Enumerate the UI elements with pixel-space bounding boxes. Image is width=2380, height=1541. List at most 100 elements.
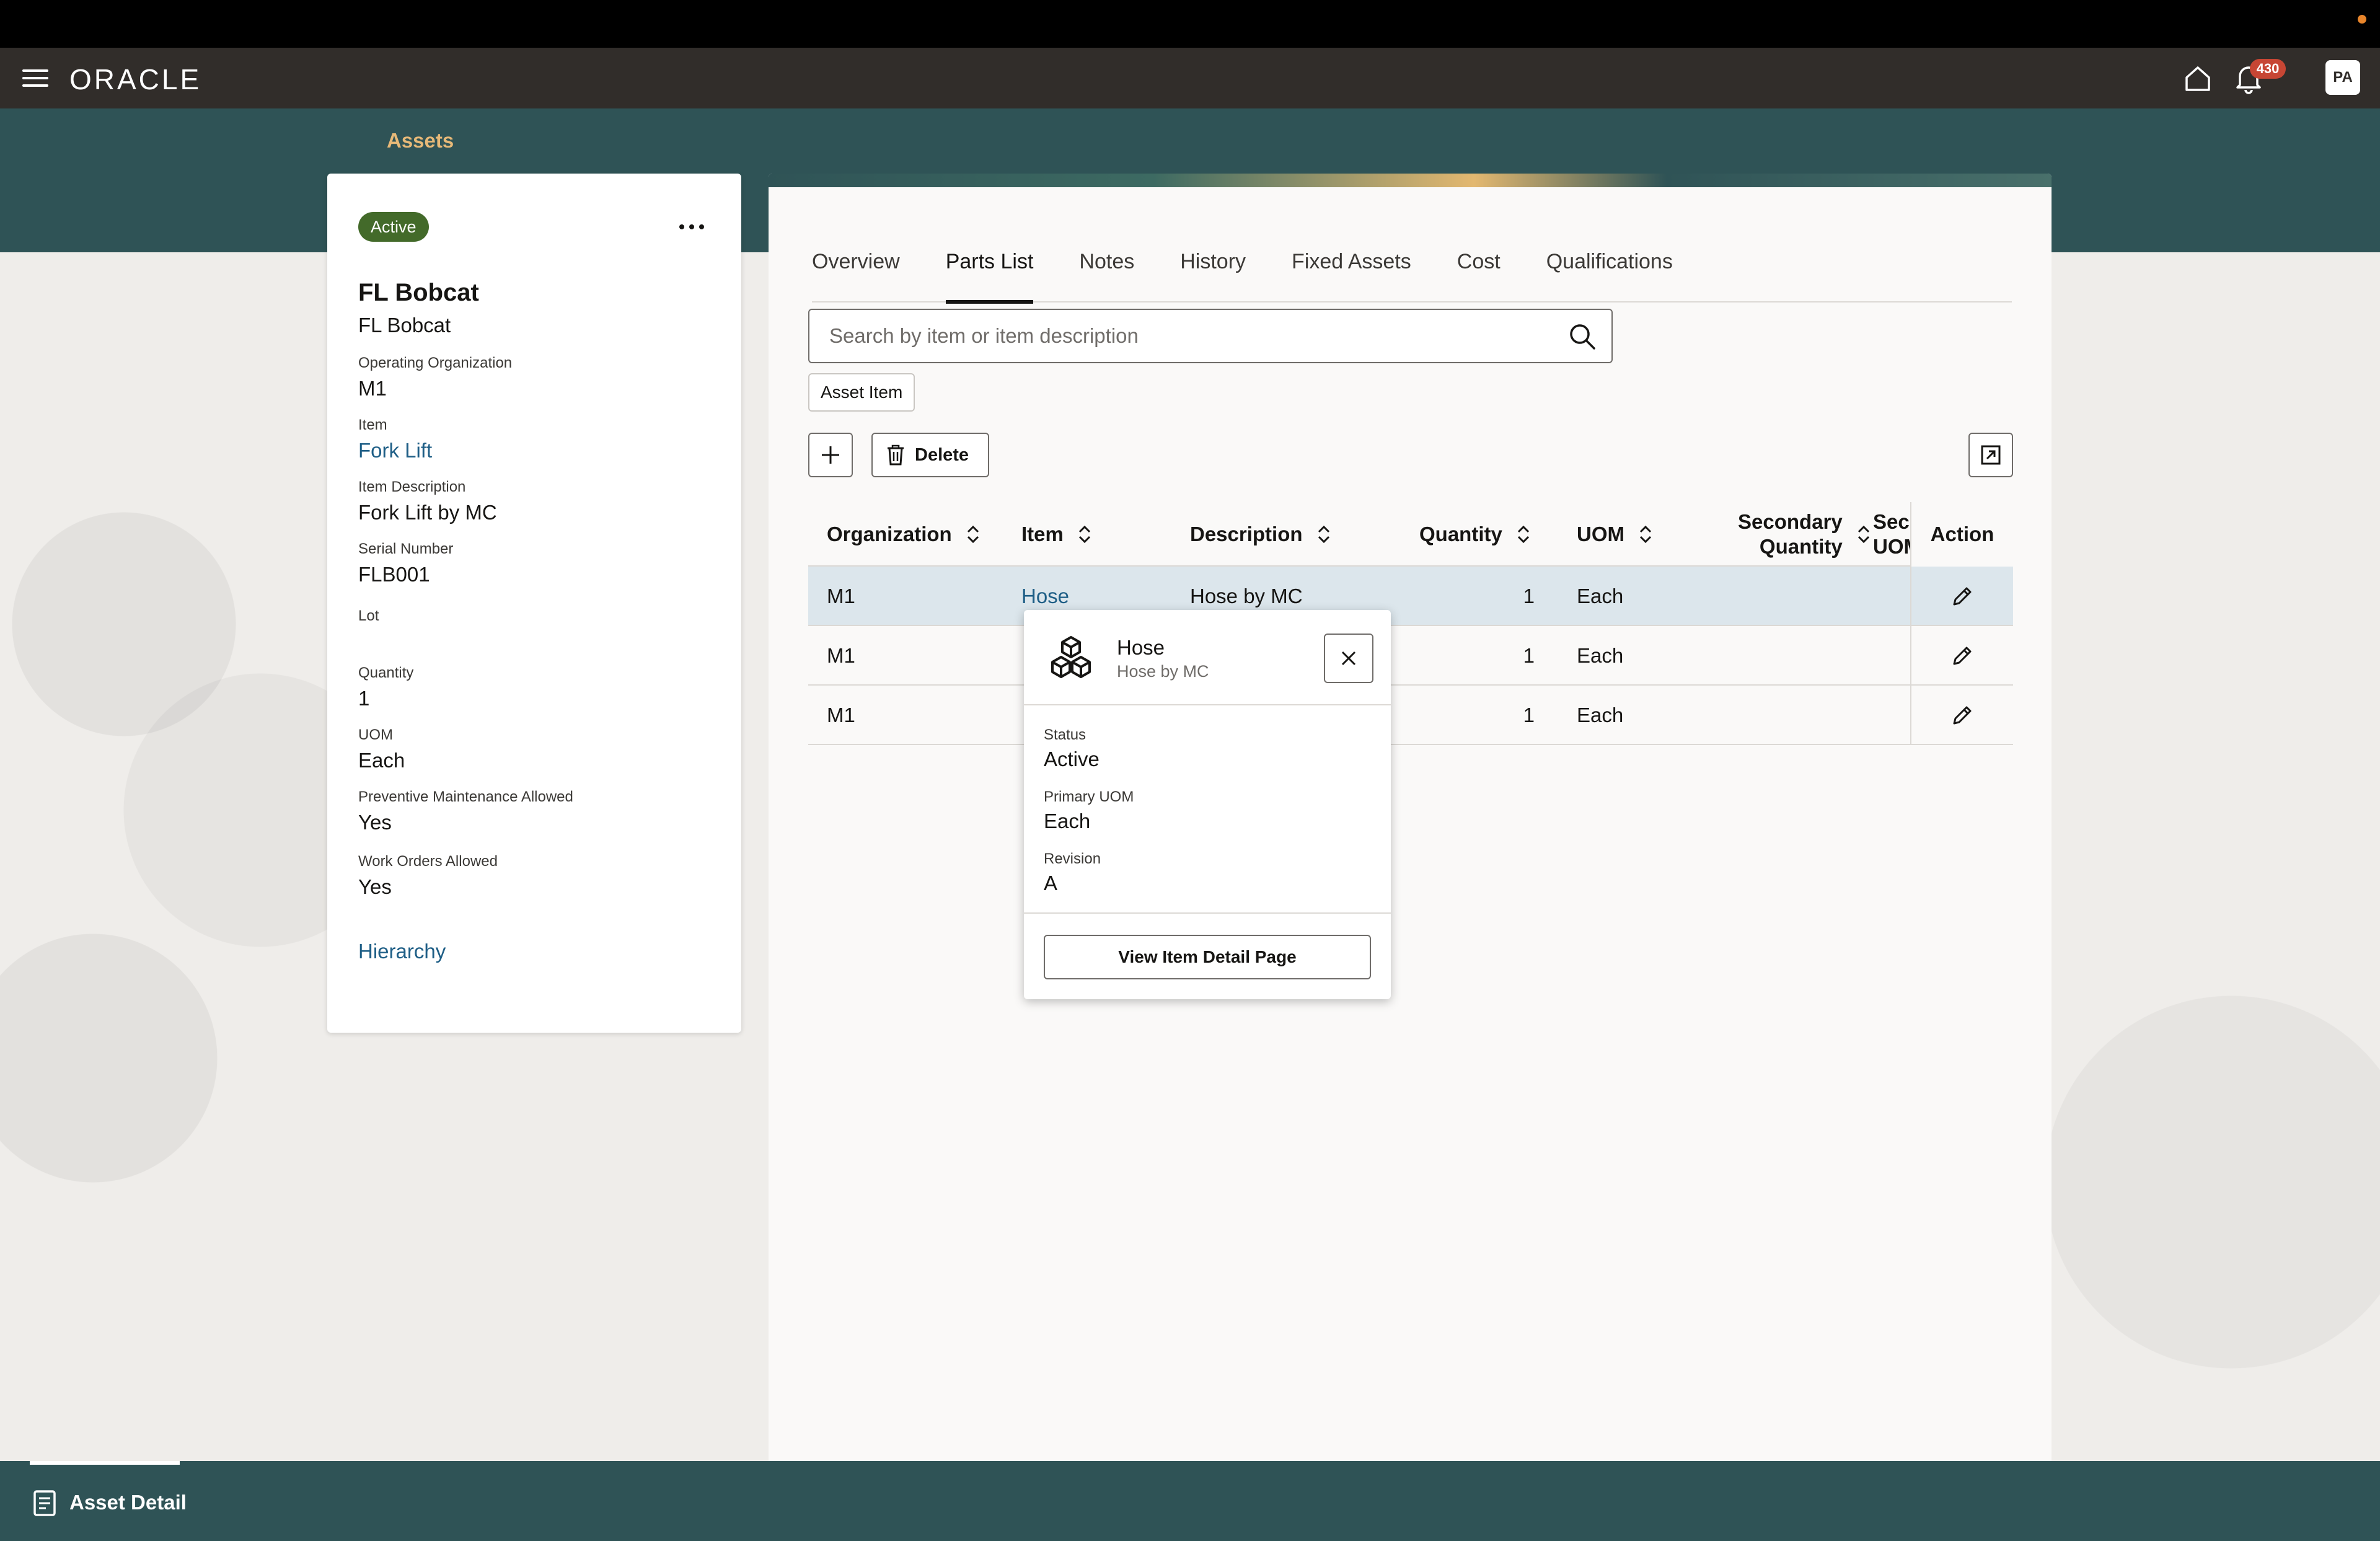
view-item-detail-button[interactable]: View Item Detail Page — [1044, 935, 1371, 979]
field-label: UOM — [358, 726, 393, 743]
main-panel: Overview Parts List Notes History Fixed … — [769, 174, 2052, 1461]
cell-uom: Each — [1577, 644, 1624, 667]
close-button[interactable] — [1324, 634, 1373, 683]
sort-icon[interactable] — [966, 523, 981, 545]
field-item-description: Item Description Fork Lift by MC — [358, 479, 497, 524]
sort-icon[interactable] — [1316, 523, 1331, 545]
field-value: Yes — [358, 811, 392, 834]
global-header: ORACLE 430 PA — [0, 48, 2380, 108]
cubes-icon — [1051, 636, 1091, 678]
cell-uom: Each — [1577, 704, 1624, 726]
column-label: Organization — [827, 523, 952, 545]
field-label: Operating Organization — [358, 355, 513, 371]
document-icon — [33, 1490, 56, 1516]
field-label: Preventive Maintenance Allowed — [358, 788, 573, 805]
search-box — [808, 309, 1613, 363]
menu-icon[interactable] — [22, 65, 48, 91]
field-label: Quantity — [358, 665, 414, 681]
field-label: Lot — [358, 607, 379, 624]
field-value: Active — [1044, 748, 1100, 770]
sort-icon[interactable] — [1856, 523, 1871, 545]
sort-icon[interactable] — [1638, 523, 1653, 545]
field-value: Each — [1044, 810, 1091, 832]
table-row[interactable]: M1 1 Each — [808, 686, 2013, 745]
field-value: A — [1044, 872, 1058, 894]
field-value: 1 — [358, 687, 370, 710]
popup-title: Hose — [1117, 636, 1165, 659]
field-preventive-maintenance: Preventive Maintenance Allowed Yes — [358, 788, 573, 834]
table-row[interactable]: M1 1 Each — [808, 626, 2013, 686]
edit-icon[interactable] — [1949, 583, 1975, 609]
column-label-line: Secondary — [1738, 510, 1843, 533]
item-detail-popup: Hose Hose by MC Status Active Primary UO… — [1024, 610, 1391, 999]
tab-overview[interactable]: Overview — [812, 243, 900, 302]
column-label: Quantity — [1419, 523, 1502, 545]
edit-icon[interactable] — [1949, 702, 1975, 728]
asset-title: FL Bobcat — [358, 279, 479, 306]
panel-banner-image — [769, 174, 2052, 187]
filter-chip-asset-item[interactable]: Asset Item — [808, 373, 915, 412]
tab-qualifications[interactable]: Qualifications — [1546, 243, 1673, 302]
sort-icon[interactable] — [1077, 523, 1092, 545]
cell-quantity: 1 — [1523, 644, 1535, 667]
cell-organization: M1 — [827, 644, 855, 667]
divider — [1024, 704, 1391, 705]
tab-fixed-assets[interactable]: Fixed Assets — [1292, 243, 1411, 302]
field-value: Each — [358, 749, 405, 772]
tab-parts-list[interactable]: Parts List — [945, 243, 1033, 304]
column-label-line: UOM — [1873, 535, 1910, 558]
column-header-uom[interactable]: UOM — [1577, 502, 1653, 567]
cell-organization: M1 — [827, 704, 855, 726]
table-row[interactable]: M1 Hose Hose by MC 1 Each — [808, 567, 2013, 626]
popup-field-status: Status Active — [1044, 726, 1100, 771]
tab-notes[interactable]: Notes — [1079, 243, 1134, 302]
field-value: Yes — [358, 875, 392, 898]
sort-icon[interactable] — [1516, 523, 1531, 545]
column-header-organization[interactable]: Organization — [827, 502, 981, 567]
field-serial-number: Serial Number FLB001 — [358, 541, 453, 586]
breadcrumb[interactable]: Assets — [387, 129, 454, 152]
tab-bar: Overview Parts List Notes History Fixed … — [812, 243, 2012, 304]
field-lot: Lot — [358, 607, 379, 630]
field-label: Work Orders Allowed — [358, 853, 498, 870]
column-header-item[interactable]: Item — [1021, 502, 1092, 567]
column-label: Seco UOM — [1873, 510, 1910, 559]
close-icon — [1341, 651, 1356, 666]
column-label-line: Seco — [1873, 510, 1910, 533]
export-button[interactable] — [1968, 433, 2013, 477]
popup-field-revision: Revision A — [1044, 850, 1101, 895]
field-label: Item — [358, 417, 387, 433]
column-header-secondary-uom[interactable]: Seco UOM — [1873, 502, 1910, 567]
avatar[interactable]: PA — [2325, 60, 2360, 95]
search-input[interactable] — [809, 310, 1541, 362]
edit-icon[interactable] — [1949, 643, 1975, 669]
plus-icon — [822, 446, 839, 464]
hierarchy-link[interactable]: Hierarchy — [358, 940, 446, 963]
field-label: Status — [1044, 726, 1086, 743]
divider — [1024, 912, 1391, 914]
column-header-description[interactable]: Description — [1190, 502, 1331, 567]
field-quantity: Quantity 1 — [358, 665, 413, 710]
footer-tab-asset-detail[interactable]: Asset Detail — [69, 1491, 187, 1514]
field-label: Serial Number — [358, 541, 454, 557]
search-icon[interactable] — [1568, 322, 1597, 351]
tab-history[interactable]: History — [1180, 243, 1246, 302]
trash-icon — [888, 444, 904, 466]
column-header-secondary-quantity[interactable]: Secondary Quantity — [1738, 502, 1871, 567]
field-operating-organization: Operating Organization M1 — [358, 355, 512, 400]
action-cell — [1910, 686, 2013, 745]
action-cell — [1910, 567, 2013, 626]
field-value: FLB001 — [358, 563, 430, 586]
status-badge: Active — [358, 212, 429, 242]
delete-button[interactable]: Delete — [871, 433, 989, 477]
tab-cost[interactable]: Cost — [1457, 243, 1501, 302]
home-icon[interactable] — [2183, 64, 2213, 94]
field-work-orders-allowed: Work Orders Allowed Yes — [358, 853, 498, 899]
add-button[interactable] — [808, 433, 853, 477]
item-link[interactable]: Fork Lift — [358, 439, 432, 462]
column-header-quantity[interactable]: Quantity — [1419, 502, 1531, 567]
cell-uom: Each — [1577, 585, 1624, 607]
status-dot — [2358, 15, 2366, 24]
column-label-line: Quantity — [1759, 535, 1843, 558]
more-actions-icon[interactable] — [674, 212, 709, 242]
